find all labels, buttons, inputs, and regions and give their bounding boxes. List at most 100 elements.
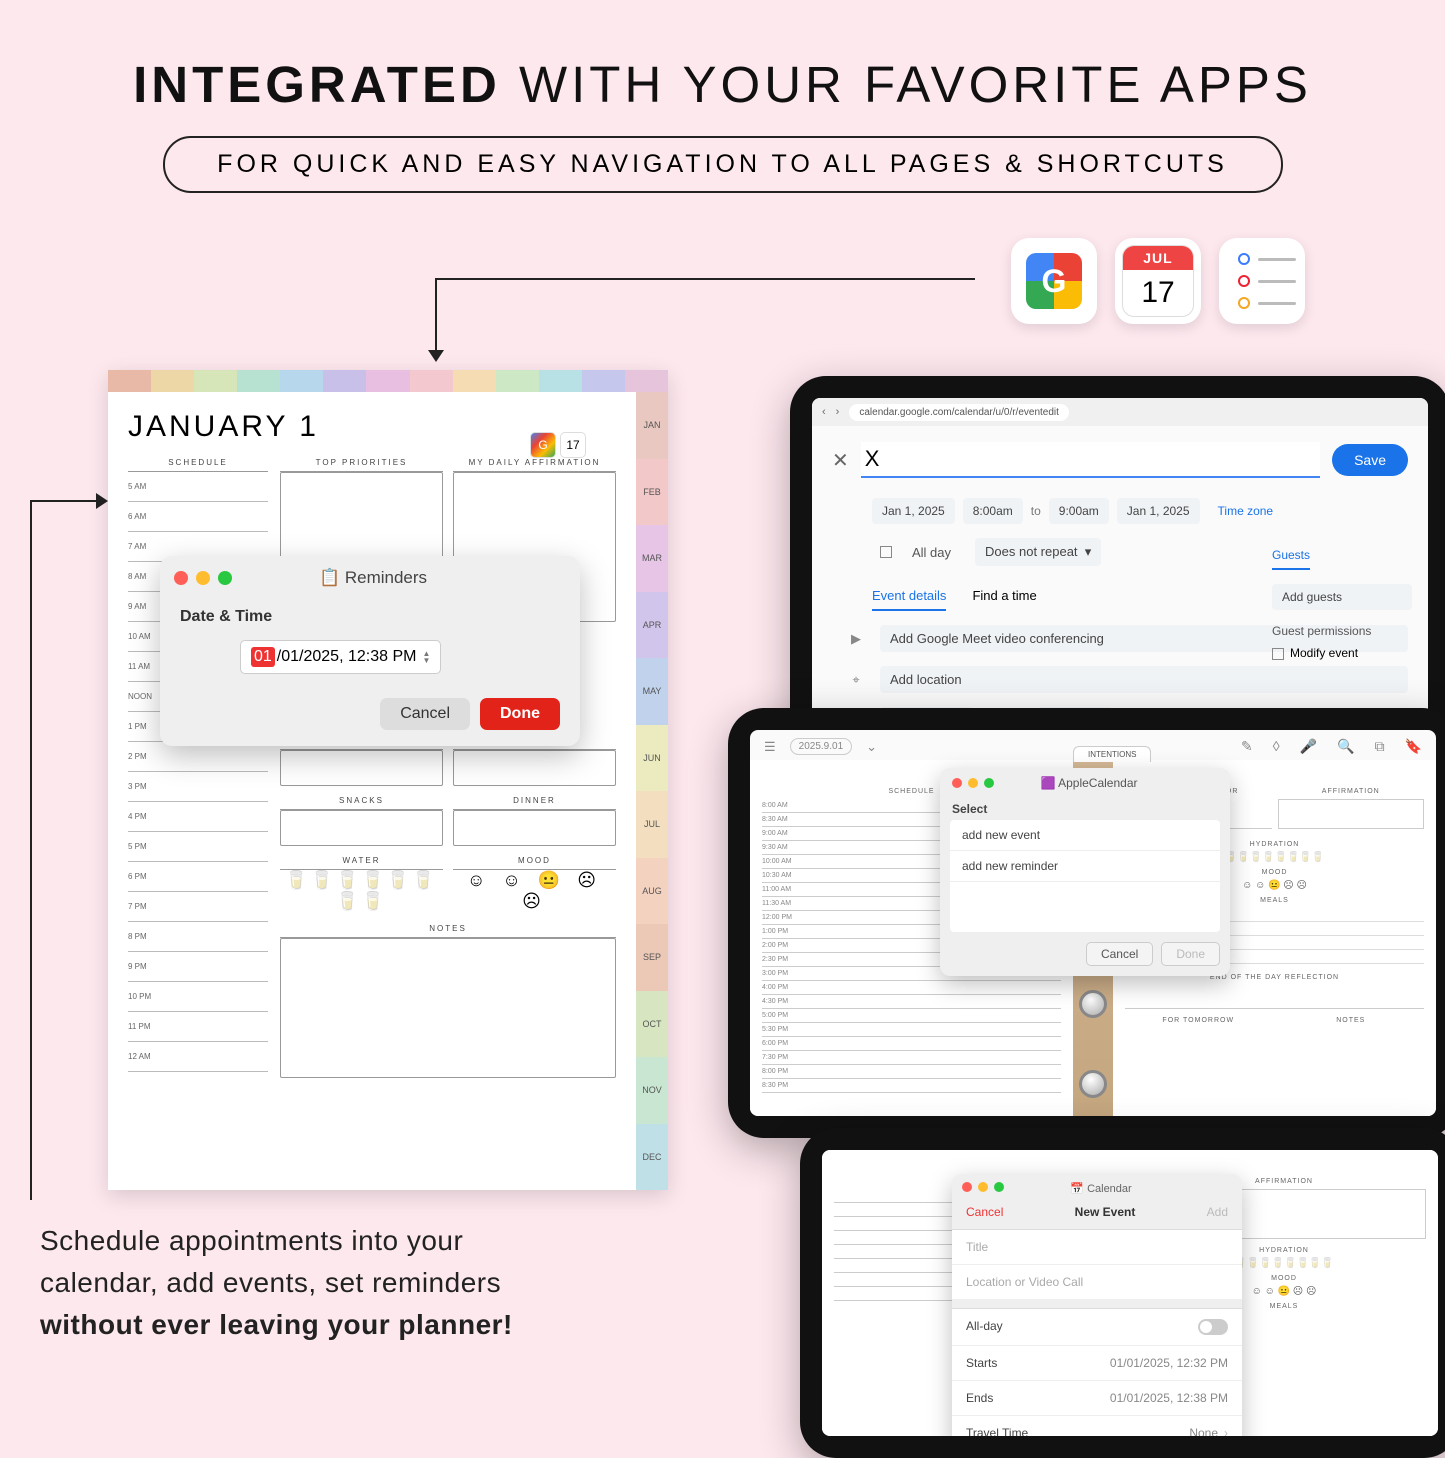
search-icon[interactable]: 🔍 <box>1337 738 1354 755</box>
planner-month-tabs[interactable]: JANFEBMARAPRMAYJUNJULAUGSEPOCTNOVDEC <box>636 392 668 1190</box>
hour-row[interactable]: 7 PM <box>128 892 268 922</box>
repeat-dropdown[interactable]: Does not repeat ▾ <box>975 538 1101 566</box>
bookmark-icon[interactable]: 🔖 <box>1405 738 1422 755</box>
t2-hour-row[interactable]: 4:00 PM <box>762 981 1061 995</box>
traffic-close-icon[interactable] <box>174 571 188 585</box>
add-reminder-option[interactable]: add new reminder <box>950 851 1220 882</box>
month-tab-jul[interactable]: JUL <box>636 791 668 858</box>
ac-done-button[interactable]: Done <box>1161 942 1220 966</box>
month-tab-nov[interactable]: NOV <box>636 1057 668 1124</box>
month-tab-jun[interactable]: JUN <box>636 725 668 792</box>
c3-location-input[interactable]: Location or Video Call <box>952 1265 1242 1300</box>
c3-max-icon[interactable] <box>994 1182 1004 1192</box>
hour-row[interactable]: 2 PM <box>128 742 268 772</box>
month-tab-apr[interactable]: APR <box>636 592 668 659</box>
c3-cancel-button[interactable]: Cancel <box>966 1205 1003 1219</box>
c3-close-icon[interactable] <box>962 1182 972 1192</box>
t2-hour-row[interactable]: 4:30 PM <box>762 995 1061 1009</box>
t2-hour-row[interactable]: 7:30 PM <box>762 1051 1061 1065</box>
ac-cancel-button[interactable]: Cancel <box>1086 942 1153 966</box>
month-tab-may[interactable]: MAY <box>636 658 668 725</box>
back-icon[interactable]: ‹ <box>822 406 826 418</box>
c3-travel-value[interactable]: None <box>1189 1426 1228 1436</box>
start-date-chip[interactable]: Jan 1, 2025 <box>872 498 955 524</box>
hour-row[interactable]: 11 PM <box>128 1012 268 1042</box>
add-event-option[interactable]: add new event <box>950 820 1220 851</box>
stepper-icon[interactable]: ▲▼ <box>422 650 430 664</box>
start-time-chip[interactable]: 8:00am <box>963 498 1023 524</box>
t2-hour-row[interactable]: 6:00 PM <box>762 1037 1061 1051</box>
t2-hour-row[interactable]: 8:30 PM <box>762 1079 1061 1093</box>
add-location-input[interactable]: Add location <box>880 666 1408 693</box>
ac-close-icon[interactable] <box>952 778 962 788</box>
traffic-max-icon[interactable] <box>218 571 232 585</box>
c3-title-input[interactable]: Title <box>952 1230 1242 1265</box>
pencil-icon[interactable]: ✎ <box>1241 738 1253 755</box>
hour-row[interactable]: 5 PM <box>128 832 268 862</box>
c3-min-icon[interactable] <box>978 1182 988 1192</box>
mini-google-icon[interactable]: G <box>530 432 556 458</box>
c3-starts-value[interactable]: 01/01/2025, 12:32 PM <box>1110 1356 1228 1370</box>
reminders-app-icon <box>1219 238 1305 324</box>
allday-checkbox[interactable] <box>880 546 892 558</box>
month-tab-aug[interactable]: AUG <box>636 858 668 925</box>
meet-icon: ▶ <box>846 631 866 647</box>
end-time-chip[interactable]: 9:00am <box>1049 498 1109 524</box>
hour-row[interactable]: 10 PM <box>128 982 268 1012</box>
hour-row[interactable]: 4 PM <box>128 802 268 832</box>
month-tab-feb[interactable]: FEB <box>636 459 668 526</box>
month-tab-dec[interactable]: DEC <box>636 1124 668 1191</box>
c3-add-button[interactable]: Add <box>1207 1205 1228 1219</box>
hour-row[interactable]: 3 PM <box>128 772 268 802</box>
month-tab-sep[interactable]: SEP <box>636 924 668 991</box>
eraser-icon[interactable]: ◊ <box>1273 738 1280 755</box>
menu-icon[interactable]: ☰ <box>764 739 776 755</box>
date-pill[interactable]: 2025.9.01 <box>790 738 853 755</box>
c3-allday-toggle[interactable] <box>1198 1319 1228 1335</box>
month-tab-oct[interactable]: OCT <box>636 991 668 1058</box>
tab-event-details[interactable]: Event details <box>872 588 946 611</box>
water-cups-icon[interactable]: 🥛🥛🥛🥛🥛🥛🥛🥛 <box>280 870 443 912</box>
guests-tab[interactable]: Guests <box>1272 548 1310 570</box>
hour-row[interactable]: 8 PM <box>128 922 268 952</box>
notes-box[interactable] <box>280 938 616 1078</box>
close-icon[interactable]: ✕ <box>832 448 849 473</box>
traffic-min-icon[interactable] <box>196 571 210 585</box>
done-button[interactable]: Done <box>480 698 560 730</box>
ac-max-icon[interactable] <box>984 778 994 788</box>
dinner-box[interactable] <box>453 810 616 846</box>
snacks-box[interactable] <box>280 810 443 846</box>
hour-row[interactable]: 12 AM <box>128 1042 268 1072</box>
url-field[interactable]: calendar.google.com/calendar/u/0/r/event… <box>849 404 1069 421</box>
month-tab-mar[interactable]: MAR <box>636 525 668 592</box>
cancel-button[interactable]: Cancel <box>380 698 470 730</box>
event-title-input[interactable] <box>861 442 1320 478</box>
forward-icon[interactable]: › <box>836 406 840 418</box>
c3-ends-value[interactable]: 01/01/2025, 12:38 PM <box>1110 1391 1228 1405</box>
hour-row[interactable]: 6 PM <box>128 862 268 892</box>
t2-hour-row[interactable]: 8:00 PM <box>762 1065 1061 1079</box>
hour-row[interactable]: 9 PM <box>128 952 268 982</box>
ac-min-icon[interactable] <box>968 778 978 788</box>
mic-icon[interactable]: 🎤 <box>1300 738 1317 755</box>
mood-faces-icon[interactable]: ☺ ☺ 😐 ☹ ☹ <box>453 870 616 912</box>
hour-row[interactable]: 6 AM <box>128 502 268 532</box>
date-time-input[interactable]: 01/01/2025, 12:38 PM ▲▼ <box>240 640 441 674</box>
copy-icon[interactable]: ⧉ <box>1375 738 1385 755</box>
hour-row[interactable]: 5 AM <box>128 472 268 502</box>
t2-hour-row[interactable]: 5:00 PM <box>762 1009 1061 1023</box>
t2-hour-row[interactable]: 5:30 PM <box>762 1023 1061 1037</box>
headline: INTEGRATED WITH YOUR FAVORITE APPS <box>0 0 1445 114</box>
timezone-link[interactable]: Time zone <box>1208 498 1284 524</box>
chevron-down-icon[interactable]: ⌄ <box>866 739 877 755</box>
save-button[interactable]: Save <box>1332 444 1408 476</box>
breakfast-box[interactable] <box>280 750 443 786</box>
tab-find-time[interactable]: Find a time <box>972 588 1036 611</box>
mini-cal-icon[interactable]: 17 <box>560 432 586 458</box>
month-tab-jan[interactable]: JAN <box>636 392 668 459</box>
planner-top-tabs[interactable] <box>108 370 668 392</box>
lunch-box[interactable] <box>453 750 616 786</box>
add-guests-input[interactable]: Add guests <box>1272 584 1412 610</box>
modify-event-checkbox[interactable] <box>1272 648 1284 660</box>
end-date-chip[interactable]: Jan 1, 2025 <box>1117 498 1200 524</box>
